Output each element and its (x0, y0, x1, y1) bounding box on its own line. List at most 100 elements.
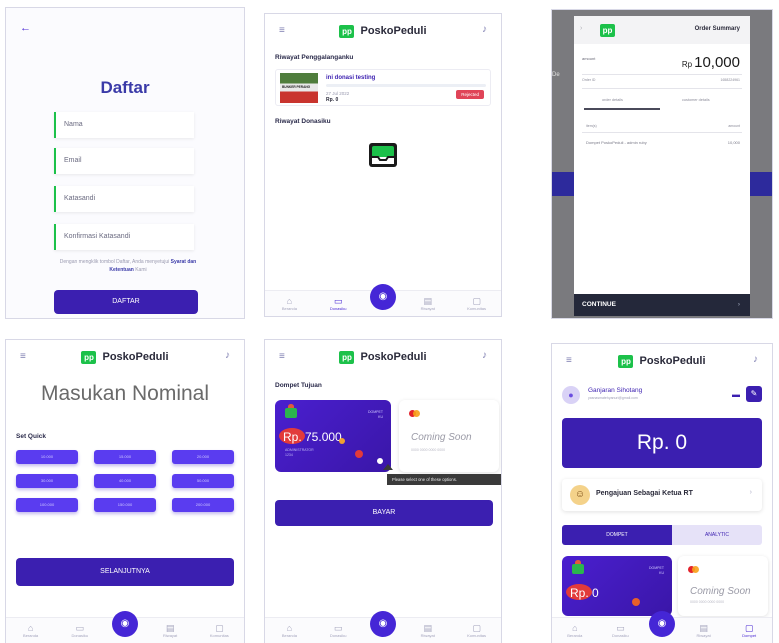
nav-history[interactable]: ▤ Riwayat (153, 623, 187, 638)
validation-tooltip: Please select one of these options. (387, 474, 501, 485)
menu-icon[interactable]: ≡ (20, 351, 26, 362)
profile-email: yasnasmatehyanuri@gmail.com (588, 396, 638, 400)
status-badge: Rejected (456, 90, 484, 99)
wallet-card[interactable]: DOMPET KU Rp. 75.000 ADMINISTRATOR 1234 (275, 400, 391, 472)
donations-screen: ≡ pp PoskoPeduli ♪ Riwayat Penggalangank… (265, 14, 501, 316)
card-icon[interactable]: ▬ (732, 390, 740, 399)
wallet-card[interactable]: DOMPET KU Rp. 0 (562, 556, 672, 616)
brand-name: PoskoPeduli (360, 25, 427, 37)
modal-header: › pp Order Summary (574, 16, 750, 44)
wallet-fab[interactable]: ◉ (370, 284, 396, 310)
password-field[interactable]: Katasandi (54, 186, 194, 212)
amount-value: Rp 10,000 (682, 54, 740, 71)
quick-amount-chip[interactable]: 150.000 (94, 498, 156, 512)
register-button[interactable]: DAFTAR (54, 290, 198, 314)
monitor-icon: ▭ (75, 623, 85, 633)
nav-donations-label: Donasiku (71, 633, 89, 638)
tab-order-details[interactable]: order details (602, 98, 623, 102)
nav-wallet[interactable]: ▢ Dompet (732, 623, 766, 638)
nav-community-label: Komunitas (467, 306, 487, 311)
fundraise-history-label: Riwayat Penggalanganku (275, 54, 354, 61)
nav-home-label: Beranda (281, 306, 297, 311)
next-button[interactable]: SELANJUTNYA (16, 558, 234, 586)
nav-home-label: Beranda (23, 633, 39, 638)
home-icon: ⌂ (572, 623, 578, 633)
tab-wallet[interactable]: DOMPET (562, 525, 672, 545)
wallet-fab[interactable]: ◉ (112, 611, 138, 637)
brand-name: PoskoPeduli (102, 351, 169, 363)
items-column-header: item(s) (586, 124, 597, 128)
wallet-fab[interactable]: ◉ (649, 611, 675, 637)
nav-home[interactable]: ⌂ Beranda (14, 623, 48, 638)
nav-history-label: Riwayat (696, 633, 711, 638)
nav-donations[interactable]: ▭ Donasiku (321, 296, 355, 311)
quick-amount-chip[interactable]: 200.000 (172, 498, 234, 512)
confirm-password-field[interactable]: Konfirmasi Katasandi (54, 224, 194, 250)
edit-profile-button[interactable]: ✎ (746, 386, 762, 402)
email-field[interactable]: Email (54, 148, 194, 174)
quick-amount-chip[interactable]: 50.000 (172, 474, 234, 488)
wallet-type: DOMPET KU (649, 566, 664, 575)
quick-amount-chip[interactable]: 20.000 (172, 450, 234, 464)
destination-wallet-label: Dompet Tujuan (275, 382, 322, 389)
nav-history[interactable]: ▤ Riwayat (411, 623, 445, 638)
tab-customer-details[interactable]: customer details (682, 98, 710, 102)
monitor-icon: ▭ (333, 623, 343, 633)
coming-soon-number: 0000 0000 0000 0000 (690, 600, 725, 604)
enter-amount-screen: ≡ pp PoskoPeduli ♪ Masukan Nominal Set Q… (6, 340, 244, 643)
nav-community[interactable]: ▢ Komunitas (460, 623, 494, 638)
menu-icon[interactable]: ≡ (279, 25, 285, 36)
monitor-icon: ▭ (333, 296, 343, 306)
thumbnail-caption: BUNKER PERANG (282, 85, 311, 89)
order-id-label: Order ID (582, 78, 596, 82)
nav-history[interactable]: ▤ Riwayat (411, 296, 445, 311)
nav-history[interactable]: ▤ Riwayat (687, 623, 721, 638)
quick-set-label: Set Quick (16, 433, 46, 440)
nav-history-label: Riwayat (420, 306, 435, 311)
quick-amount-chip[interactable]: 10.000 (16, 450, 78, 464)
wallet-fab[interactable]: ◉ (370, 611, 396, 637)
amount-title: Masukan Nominal (40, 382, 210, 405)
brand-logo: pp (339, 24, 355, 38)
name-field[interactable]: Nama (54, 112, 194, 138)
nav-community[interactable]: ▢ Komunitas (460, 296, 494, 311)
order-summary-title: Order Summary (694, 26, 740, 32)
quick-amount-chip[interactable]: 40.000 (94, 474, 156, 488)
nav-home[interactable]: ⌂ Beranda (272, 296, 306, 311)
menu-icon[interactable]: ≡ (566, 355, 572, 366)
quick-amount-chip[interactable]: 100.000 (16, 498, 78, 512)
coming-soon-number: 0000 0000 0000 0000 (411, 448, 446, 452)
history-icon: ▤ (423, 623, 433, 633)
bell-icon[interactable]: ♪ (753, 354, 758, 365)
nav-donations[interactable]: ▭ Donasiku (321, 623, 355, 638)
history-icon: ▤ (165, 623, 175, 633)
community-icon: ▢ (215, 623, 224, 633)
coming-soon-card: Coming Soon 0000 0000 0000 0000 (399, 400, 499, 472)
nav-donations-label: Donasiku (329, 633, 347, 638)
rt-application-card[interactable]: ☺ Pengajuan Sebagai Ketua RT › (562, 479, 762, 511)
quick-amount-chip[interactable]: 15.000 (94, 450, 156, 464)
item-amount: 10,000 (727, 140, 740, 145)
fundraise-card[interactable]: BUNKER PERANG ini donasi testing 27 Jul … (275, 69, 491, 106)
nav-donations[interactable]: ▭ Donasiku (63, 623, 97, 638)
wallet-balance: Rp. 0 (570, 586, 599, 600)
close-icon[interactable]: › (580, 25, 582, 32)
nav-home[interactable]: ⌂ Beranda (558, 623, 592, 638)
decor-dot (339, 438, 345, 444)
back-arrow-icon[interactable]: ← (20, 22, 31, 34)
nav-donations[interactable]: ▭ Donasiku (603, 623, 637, 638)
bell-icon[interactable]: ♪ (482, 24, 487, 35)
continue-button[interactable]: CONTINUE › (574, 294, 750, 316)
nav-home-label: Beranda (281, 633, 297, 638)
nav-home[interactable]: ⌂ Beranda (272, 623, 306, 638)
community-icon: ▢ (472, 296, 481, 306)
pay-button[interactable]: BAYAR (275, 500, 493, 526)
bell-icon[interactable]: ♪ (482, 350, 487, 361)
menu-icon[interactable]: ≡ (279, 351, 285, 362)
nav-community[interactable]: ▢ Komunitas (202, 623, 236, 638)
tab-analytic[interactable]: ANALYTIC (672, 525, 762, 545)
monitor-icon: ▭ (616, 623, 625, 633)
bell-icon[interactable]: ♪ (225, 350, 230, 361)
history-icon: ▤ (699, 623, 708, 633)
quick-amount-chip[interactable]: 30.000 (16, 474, 78, 488)
